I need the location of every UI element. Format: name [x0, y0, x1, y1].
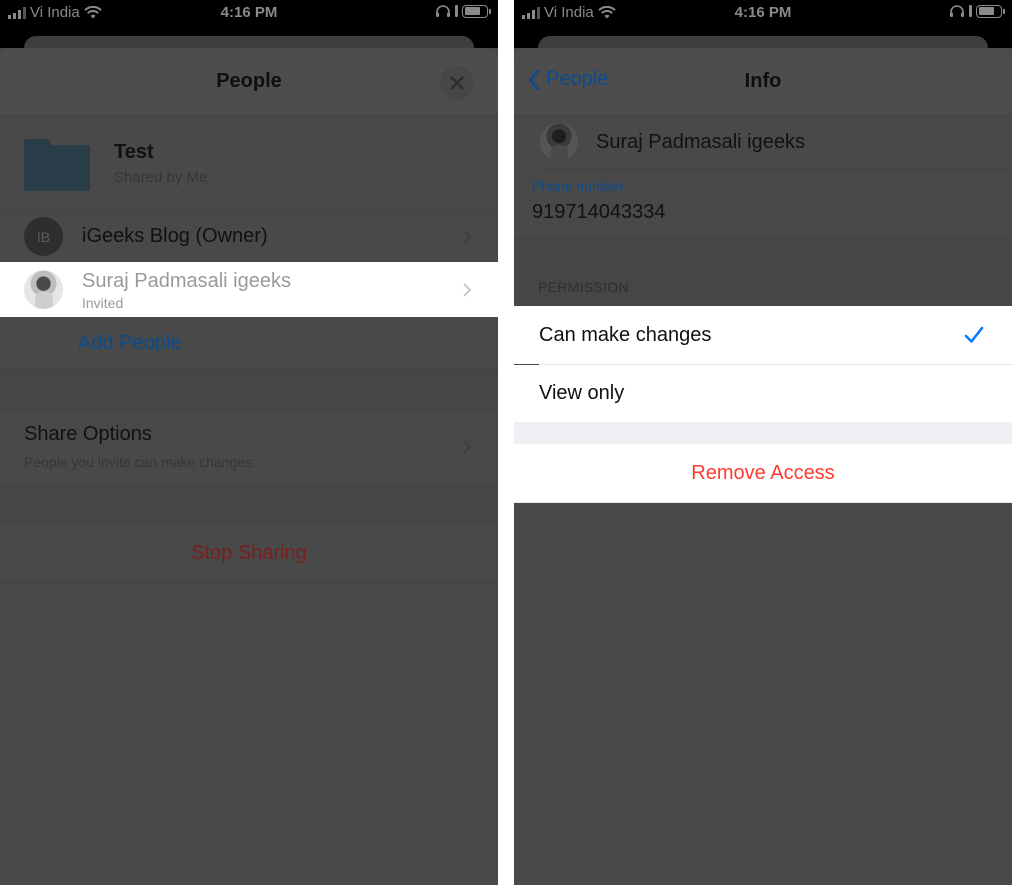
clock: 4:16 PM — [734, 4, 792, 21]
nav-bar: People — [0, 48, 498, 116]
battery-icon — [462, 4, 491, 18]
person-row-invited[interactable]: Suraj Padmasali igeeks Invited — [0, 262, 498, 317]
battery-icon — [976, 4, 1005, 18]
headphones-icon — [436, 5, 450, 17]
permission-label: View only — [539, 382, 625, 404]
close-button[interactable] — [440, 66, 474, 100]
page-title: Info — [744, 70, 782, 92]
person-name: iGeeks Blog (Owner) — [82, 225, 268, 247]
person-status: Invited — [82, 295, 124, 311]
folder-name: Test — [114, 141, 154, 163]
stop-sharing-button[interactable]: Stop Sharing — [0, 542, 498, 565]
divider — [0, 582, 498, 583]
orientation-lock-indicator — [969, 5, 972, 17]
share-options-subtitle: People you invite can make changes. — [24, 454, 256, 470]
contact-name: Suraj Padmasali igeeks — [596, 131, 805, 153]
folder-row: Test Shared by Me — [0, 117, 498, 210]
contact-row: Suraj Padmasali igeeks — [514, 117, 1012, 167]
add-people-button[interactable]: Add People — [78, 332, 181, 355]
share-options-row[interactable]: Share Options People you invite can make… — [0, 409, 498, 485]
close-icon — [450, 76, 464, 90]
nav-bar: People Info — [514, 48, 1012, 116]
folder-subtitle: Shared by Me — [114, 169, 208, 186]
add-people-row[interactable]: Add People — [0, 317, 498, 369]
remove-access-row[interactable]: Remove Access — [514, 444, 1012, 502]
section-spacer — [0, 369, 498, 408]
permission-label: Can make changes — [539, 324, 712, 346]
chevron-right-icon — [463, 440, 472, 454]
chevron-right-icon — [463, 230, 472, 244]
stop-sharing-row[interactable]: Stop Sharing — [0, 525, 498, 582]
share-options-title: Share Options — [24, 423, 152, 445]
folder-icon — [24, 139, 90, 191]
orientation-lock-indicator — [455, 5, 458, 17]
phone-number-value: 919714043334 — [532, 201, 666, 223]
remove-access-button[interactable]: Remove Access — [514, 462, 1012, 485]
divider — [514, 502, 1012, 503]
avatar: IB — [24, 217, 63, 256]
avatar — [24, 270, 63, 309]
section-spacer — [514, 422, 1012, 444]
clock: 4:16 PM — [220, 4, 278, 21]
permission-header: PERMISSION — [538, 279, 629, 295]
permission-option-view-only[interactable]: View only — [514, 365, 1012, 422]
page-title: People — [216, 70, 282, 92]
headphones-icon — [950, 5, 964, 17]
checkmark-icon — [964, 326, 984, 343]
phone-number-row[interactable]: Phone number 919714043334 — [514, 169, 1012, 223]
person-row-owner[interactable]: IB iGeeks Blog (Owner) — [0, 211, 498, 262]
chevron-right-icon — [463, 283, 472, 297]
phone-number-label: Phone number — [532, 178, 624, 194]
info-screen: Vi India 4:16 PM People Info Suraj Padma… — [514, 0, 1012, 885]
person-name: Suraj Padmasali igeeks — [82, 270, 291, 292]
permission-section-header: PERMISSION — [514, 238, 1012, 306]
permission-option-can-make-changes[interactable]: Can make changes — [514, 306, 1012, 364]
avatar — [540, 123, 578, 161]
section-spacer — [0, 486, 498, 524]
people-screen: Vi India 4:16 PM People Test Shared by M… — [0, 0, 498, 885]
